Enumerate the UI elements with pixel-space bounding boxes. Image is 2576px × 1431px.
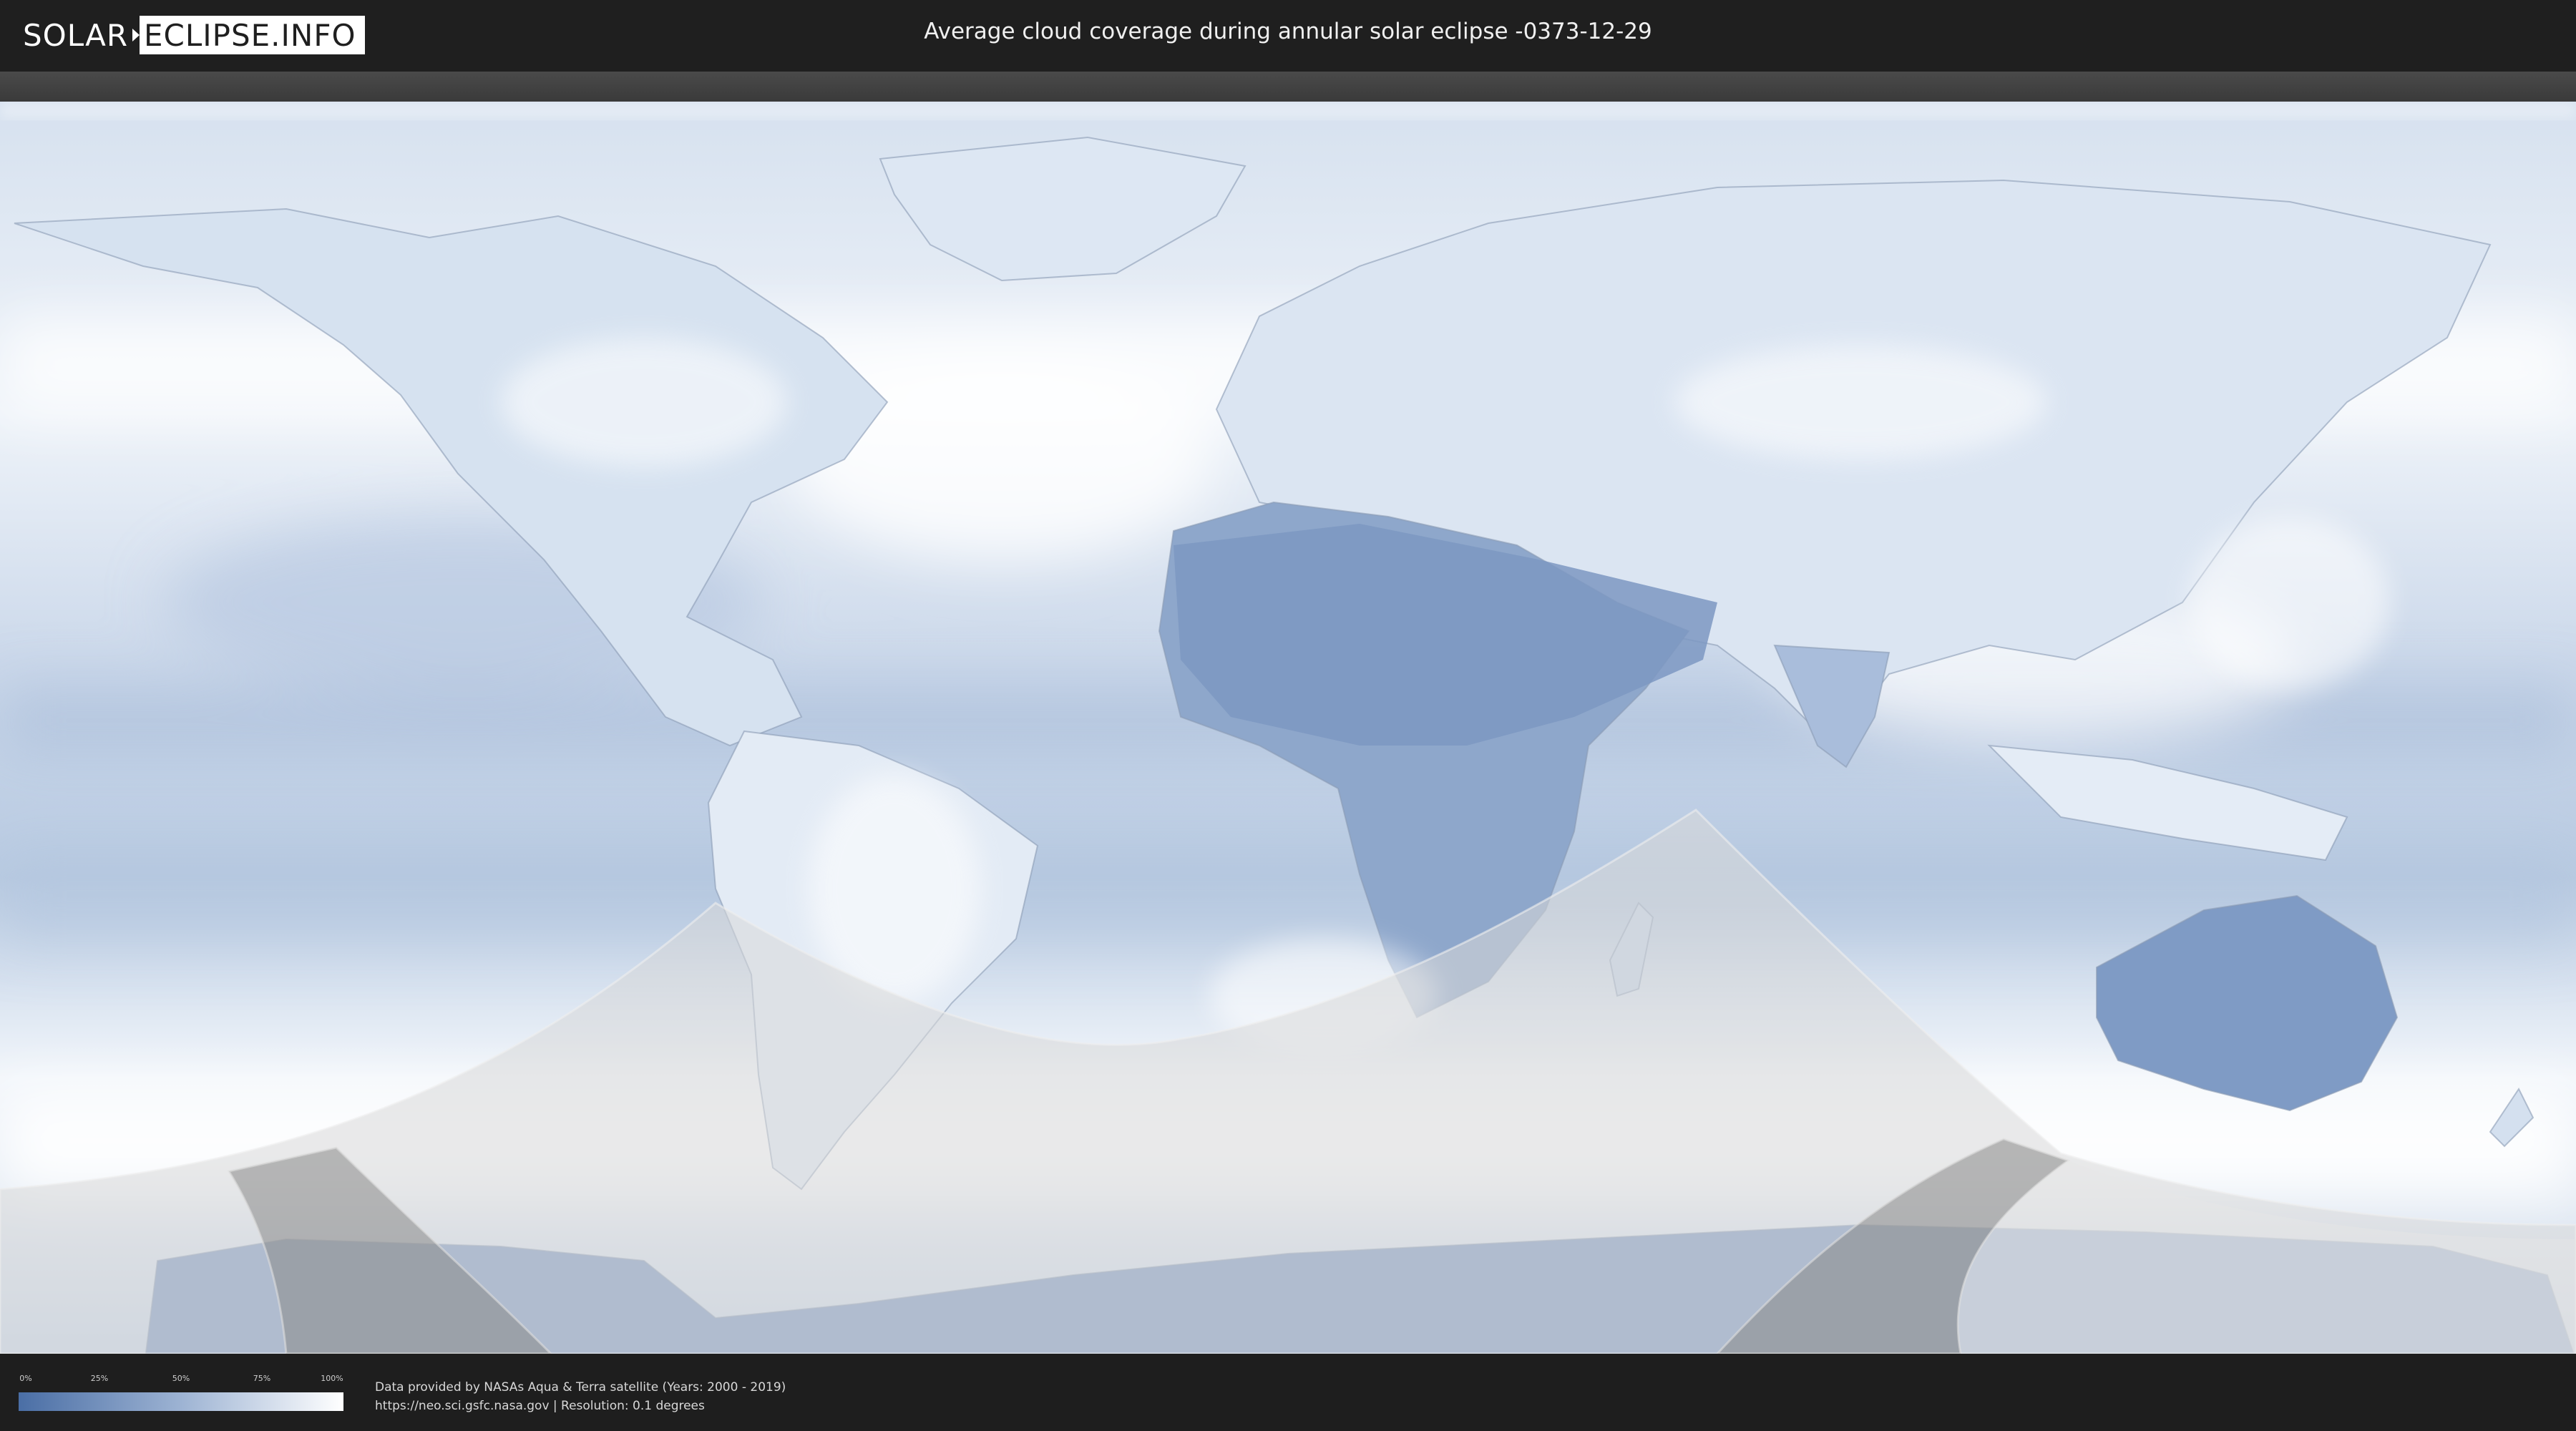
map-top-fade [0, 102, 2576, 119]
page-title: Average cloud coverage during annular so… [924, 19, 1652, 44]
legend-color-bar [19, 1392, 343, 1411]
legend-tick-25: 25% [90, 1374, 109, 1383]
credits-line-1: Data provided by NASAs Aqua & Terra sate… [375, 1380, 786, 1395]
legend-tick-0: 0% [19, 1374, 32, 1383]
map-top-strip [0, 72, 2576, 102]
credits-line-2[interactable]: https://neo.sci.gsfc.nasa.gov | Resoluti… [375, 1397, 786, 1415]
legend-tick-labels: 0% 25% 50% 75% 100% [19, 1374, 343, 1385]
cloud-coverage-map[interactable] [0, 102, 2576, 1354]
legend-tick-75: 75% [253, 1374, 271, 1383]
legend-tick-50: 50% [172, 1374, 190, 1383]
cloud-coverage-legend: 0% 25% 50% 75% 100% [19, 1374, 343, 1414]
header-bar: SOLAR ECLIPSE.INFO Average cloud coverag… [0, 0, 2576, 72]
data-credits: Data provided by NASAs Aqua & Terra sate… [375, 1378, 786, 1415]
legend-tick-100: 100% [321, 1374, 343, 1383]
